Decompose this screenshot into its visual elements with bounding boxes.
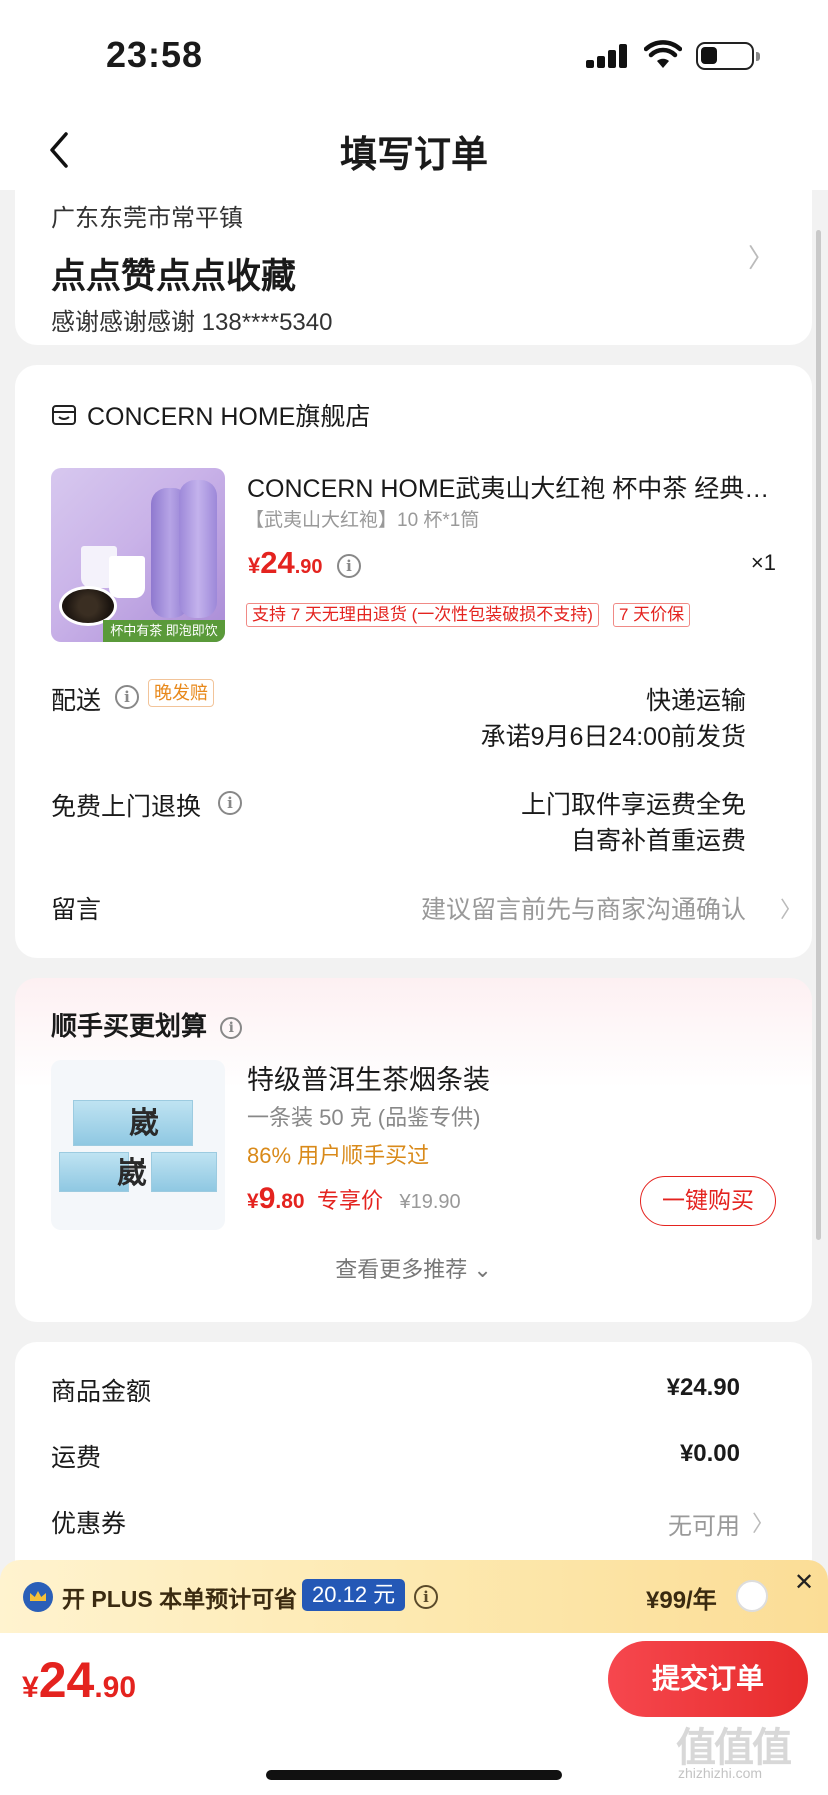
chevron-right-icon: 〉 xyxy=(751,1511,774,1536)
recommend-product-image[interactable]: 崴 崴 xyxy=(51,1060,225,1230)
delivery-promise: 承诺9月6日24:00前发货 xyxy=(480,723,746,751)
scrollbar[interactable] xyxy=(816,230,821,1240)
recommend-info-icon[interactable]: i xyxy=(220,1017,243,1039)
exclusive-price-label: 专享价 xyxy=(317,1188,384,1213)
recommend-name[interactable]: 特级普洱生茶烟条装 xyxy=(247,1058,490,1097)
product-image[interactable]: 杯中有茶 即泡即饮 xyxy=(51,468,225,642)
more-recommend-link[interactable]: 查看更多推荐 ⌄ xyxy=(15,1252,812,1284)
price-info-icon[interactable]: i xyxy=(337,554,361,578)
watermark-url: zhizhizhi.com xyxy=(678,1765,763,1781)
plus-save-amount: 20.12 元 xyxy=(302,1579,406,1611)
plus-promo-bar[interactable]: 开 PLUS 本单预计可省 20.12 元 i ¥99/年 ✕ xyxy=(0,1560,828,1633)
delivery-method[interactable]: 快递运输 xyxy=(646,681,746,717)
recommend-price: ¥9.80 专享价 ¥19.90 xyxy=(247,1182,461,1215)
delivery-label: 配送 xyxy=(51,687,102,715)
battery-icon xyxy=(696,42,760,70)
product-image-banner: 杯中有茶 即泡即饮 xyxy=(103,620,225,642)
plus-select-radio[interactable] xyxy=(736,1580,768,1612)
coupon-value[interactable]: 无可用 xyxy=(668,1506,740,1541)
plus-year-price: ¥99/年 xyxy=(646,1587,717,1614)
product-quantity: ×1 xyxy=(750,550,776,575)
shipping-label: 运费 xyxy=(51,1444,102,1472)
store-icon xyxy=(52,405,76,425)
shipping-value: ¥0.00 xyxy=(679,1440,740,1467)
return-info-icon[interactable]: i xyxy=(218,791,242,815)
shop-name: CONCERN HOME旗舰店 xyxy=(87,403,371,431)
product-spec[interactable]: 【武夷山大红袍】10 杯*1筒 xyxy=(245,505,479,532)
plus-crown-icon xyxy=(23,1582,53,1612)
nav-bar: 填写订单 xyxy=(0,110,828,190)
summary-card: 商品金额 ¥24.90 运费 ¥0.00 优惠券 无可用 〉 xyxy=(15,1342,812,1582)
recommend-bought: 86% 用户顺手买过 xyxy=(247,1143,430,1168)
goods-amount-label: 商品金额 xyxy=(51,1378,152,1406)
page-title: 填写订单 xyxy=(340,134,488,175)
chevron-right-icon: 〉 xyxy=(747,243,774,273)
signal-icon xyxy=(586,44,628,68)
plus-promo-text: 开 PLUS 本单预计可省 xyxy=(62,1586,298,1612)
return-line-1: 上门取件享运费全免 xyxy=(520,791,746,819)
goods-amount-value: ¥24.90 xyxy=(666,1374,740,1401)
address-detail: 点点赞点点收藏 xyxy=(51,257,297,296)
price-protect-tag: 7 天价保 xyxy=(613,603,691,627)
chevron-right-icon: 〉 xyxy=(779,897,802,922)
original-price: ¥19.90 xyxy=(399,1191,461,1213)
status-time: 23:58 xyxy=(106,34,204,75)
coupon-label: 优惠券 xyxy=(51,1510,127,1538)
wifi-icon xyxy=(644,40,682,68)
close-icon[interactable]: ✕ xyxy=(794,1568,814,1597)
return-line-2: 自寄补首重运费 xyxy=(570,827,746,855)
shop-card: CONCERN HOME旗舰店 杯中有茶 即泡即饮 CONCERN HOME武夷… xyxy=(15,365,812,958)
address-card[interactable]: 广东东莞市常平镇 点点赞点点收藏 感谢感谢感谢 138****5340 〉 xyxy=(15,190,812,345)
submit-order-button[interactable]: 提交订单 xyxy=(608,1641,808,1717)
product-price: ¥24.90 i xyxy=(248,545,361,581)
plus-info-icon[interactable]: i xyxy=(414,1585,438,1609)
order-total: ¥24.90 xyxy=(22,1652,137,1708)
return-policy-tag: 支持 7 天无理由退货 (一次性包装破损不支持) xyxy=(246,603,599,627)
recommend-spec: 一条装 50 克 (品鉴专供) xyxy=(247,1105,481,1130)
status-bar: 23:58 xyxy=(0,0,828,110)
home-indicator[interactable] xyxy=(266,1770,562,1780)
address-region: 广东东莞市常平镇 xyxy=(51,205,243,232)
bottom-bar: ¥24.90 提交订单 值值值 zhizhizhi.com xyxy=(0,1633,828,1795)
late-compensation-tag: 晚发赔 xyxy=(148,679,214,707)
note-input[interactable]: 建议留言前先与商家沟通确认 xyxy=(421,890,746,926)
return-label: 免费上门退换 xyxy=(51,793,202,821)
shop-header[interactable]: CONCERN HOME旗舰店 xyxy=(51,397,370,433)
one-click-buy-button[interactable]: 一键购买 xyxy=(640,1176,776,1226)
address-contact: 感谢感谢感谢 138****5340 xyxy=(51,309,333,336)
recommend-title: 顺手买更划算 i xyxy=(51,1006,243,1043)
note-label: 留言 xyxy=(51,896,102,924)
recommend-card: 顺手买更划算 i 崴 崴 特级普洱生茶烟条装 一条装 50 克 (品鉴专供) 8… xyxy=(15,978,812,1322)
product-title[interactable]: CONCERN HOME武夷山大红袍 杯中茶 经典… xyxy=(247,469,787,505)
delivery-info-icon[interactable]: i xyxy=(115,685,139,709)
